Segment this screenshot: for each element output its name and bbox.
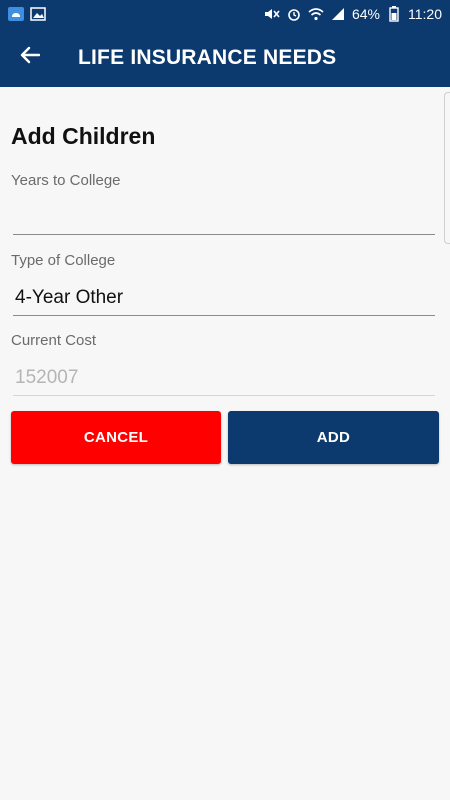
app-title: LIFE INSURANCE NEEDS: [78, 45, 337, 69]
status-bar: 64% 11:20: [0, 0, 450, 28]
back-button[interactable]: [0, 28, 60, 87]
years-to-college-label: Years to College: [11, 172, 121, 189]
current-cost-label: Current Cost: [11, 332, 97, 349]
side-panel-edge[interactable]: [444, 92, 450, 244]
wifi-icon: [308, 6, 324, 22]
image-icon: [30, 6, 46, 22]
cancel-button[interactable]: CANCEL: [11, 411, 221, 464]
add-button[interactable]: ADD: [228, 411, 439, 464]
battery-percent: 64%: [351, 6, 380, 22]
form-content: Add Children Years to College Type of Co…: [0, 87, 450, 800]
mute-icon: [264, 6, 280, 22]
cloud-icon: [8, 6, 24, 22]
alarm-icon: [286, 6, 302, 22]
app-bar: LIFE INSURANCE NEEDS: [0, 28, 450, 87]
type-of-college-field[interactable]: [13, 280, 435, 316]
status-bar-right: 64% 11:20: [264, 6, 442, 22]
battery-icon: [386, 6, 402, 22]
clock: 11:20: [408, 6, 442, 22]
years-to-college-input[interactable]: [13, 199, 435, 235]
arrow-left-icon: [20, 46, 41, 69]
page-heading: Add Children: [11, 123, 156, 149]
signal-icon: [330, 6, 346, 22]
status-bar-left: [8, 6, 46, 22]
type-of-college-label: Type of College: [11, 252, 116, 269]
current-cost-field: [13, 360, 435, 396]
